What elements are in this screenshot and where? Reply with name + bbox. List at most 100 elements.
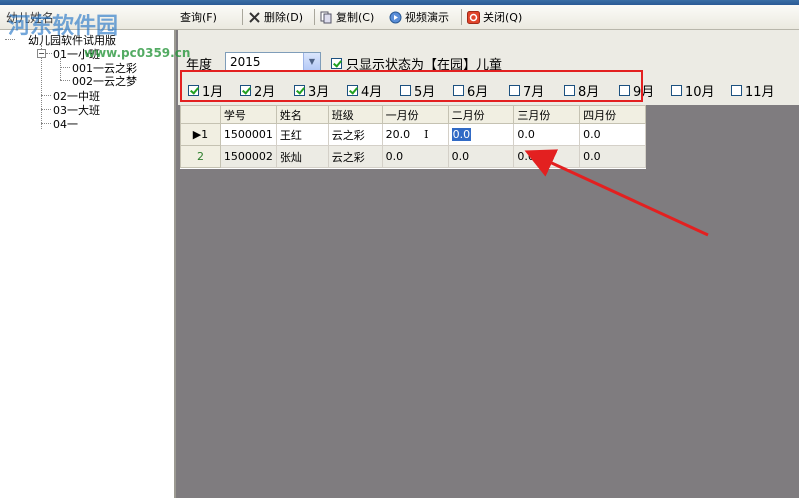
fee-grid: 学号 姓名 班级 一月份 二月份 三月份 四月份 ▶1 1500001 王红 云… xyxy=(180,105,646,169)
column-header[interactable]: 三月份 xyxy=(513,105,581,124)
table-row[interactable]: ▶1 1500001 王红 云之彩 20.0 I 0.0 0.0 0.0 xyxy=(180,123,646,146)
tree-connector xyxy=(60,67,70,68)
month-label: 5月 xyxy=(414,85,436,100)
month-checkbox-6[interactable]: 6月 xyxy=(453,81,488,100)
month-checkbox-10[interactable]: 10月 xyxy=(671,81,715,100)
column-header[interactable]: 班级 xyxy=(327,105,383,124)
table-row[interactable]: 2 1500002 张灿 云之彩 0.0 0.0 0.0 0.0 xyxy=(180,145,646,168)
delete-button[interactable]: 删除(D) xyxy=(248,8,303,26)
toolbar: 幼儿姓名 查询(F) 删除(D) 复制(C) 视频演示 关闭(Q) xyxy=(0,5,799,30)
checkbox[interactable] xyxy=(240,85,251,96)
year-select[interactable]: 2015 ▼ xyxy=(225,52,321,71)
video-label: 视频演示 xyxy=(405,11,449,24)
year-label: 年度 xyxy=(186,58,213,73)
query-label: 查询(F) xyxy=(180,11,217,24)
checkbox[interactable] xyxy=(453,85,464,96)
checkbox[interactable] xyxy=(294,85,305,96)
video-icon xyxy=(389,11,402,24)
table-cell[interactable]: 王红 xyxy=(275,123,329,146)
delete-icon xyxy=(248,11,261,24)
close-button[interactable]: 关闭(Q) xyxy=(467,8,522,26)
copy-label: 复制(C) xyxy=(336,11,375,24)
column-header[interactable]: 学号 xyxy=(219,105,277,124)
month-label: 7月 xyxy=(523,85,545,100)
tree-header-label: 幼儿姓名 xyxy=(6,10,55,25)
tree-connector xyxy=(41,109,51,110)
tree-item-class-04[interactable]: 04一 xyxy=(53,116,78,132)
tree-connector xyxy=(46,53,52,54)
column-header[interactable]: 四月份 xyxy=(579,105,646,124)
status-filter[interactable]: 只显示状态为【在园】儿童 xyxy=(331,54,502,73)
query-button[interactable]: 查询(F) xyxy=(180,8,217,26)
table-cell[interactable]: 0.0 xyxy=(579,145,646,168)
month-checkbox-2[interactable]: 2月 xyxy=(240,81,275,100)
column-header[interactable]: 一月份 xyxy=(381,105,449,124)
month-label: 1月 xyxy=(202,85,224,100)
table-cell-selected[interactable]: 0.0 xyxy=(447,123,515,146)
checkbox[interactable] xyxy=(188,85,199,96)
status-checkbox[interactable] xyxy=(331,58,342,69)
grid-header-row: 学号 姓名 班级 一月份 二月份 三月份 四月份 xyxy=(180,105,646,124)
table-cell[interactable]: 云之彩 xyxy=(327,145,383,168)
grid-corner xyxy=(180,105,221,124)
checkbox[interactable] xyxy=(509,85,520,96)
close-icon xyxy=(467,10,480,24)
month-checkbox-7[interactable]: 7月 xyxy=(509,81,544,100)
filter-panel: 年度 2015 ▼ 只显示状态为【在园】儿童 1月 2月 3月 4月 5月 6月 7月 8月 9… xyxy=(178,30,799,105)
copy-icon xyxy=(320,11,333,24)
month-checkbox-8[interactable]: 8月 xyxy=(564,81,599,100)
table-cell-editing[interactable]: 20.0 I xyxy=(381,123,449,146)
table-cell[interactable]: 1500001 xyxy=(219,123,277,146)
checkbox[interactable] xyxy=(731,85,742,96)
class-tree: 幼儿园软件试用版 − 01一小班 001一云之彩 002一云之梦 02一中班 0… xyxy=(0,30,176,498)
collapse-icon[interactable]: − xyxy=(37,49,46,58)
column-header[interactable]: 姓名 xyxy=(275,105,329,124)
chevron-down-icon[interactable]: ▼ xyxy=(303,53,320,70)
tree-item-group-002[interactable]: 002一云之梦 xyxy=(72,73,137,89)
month-checkbox-5[interactable]: 5月 xyxy=(400,81,435,100)
text-cursor-icon: I xyxy=(424,128,429,141)
month-label: 11月 xyxy=(745,85,775,100)
tree-header: 幼儿姓名 xyxy=(0,5,176,29)
fee-table: 学号 姓名 班级 一月份 二月份 三月份 四月份 ▶1 1500001 王红 云… xyxy=(180,105,646,168)
table-cell[interactable]: 0.0 xyxy=(579,123,646,146)
copy-button[interactable]: 复制(C) xyxy=(320,8,374,26)
checkbox[interactable] xyxy=(347,85,358,96)
toolbar-separator xyxy=(314,9,315,25)
table-cell[interactable]: 0.0 xyxy=(513,123,581,146)
close-label: 关闭(Q) xyxy=(483,11,523,24)
month-checkbox-9[interactable]: 9月 xyxy=(619,81,654,100)
checkbox[interactable] xyxy=(671,85,682,96)
row-indicator[interactable]: ▶1 xyxy=(180,123,221,146)
cell-value: 20.0 xyxy=(385,128,411,141)
month-label: 10月 xyxy=(685,85,715,100)
checkbox[interactable] xyxy=(564,85,575,96)
checkbox[interactable] xyxy=(619,85,630,96)
tree-connector xyxy=(41,123,51,124)
month-label: 4月 xyxy=(361,85,383,100)
month-checkbox-4[interactable]: 4月 xyxy=(347,81,382,100)
tree-connector xyxy=(5,39,15,40)
month-label: 3月 xyxy=(308,85,330,100)
checkbox[interactable] xyxy=(400,85,411,96)
table-cell[interactable]: 0.0 xyxy=(381,145,449,168)
month-checkbox-11[interactable]: 11月 xyxy=(731,81,775,100)
column-header[interactable]: 二月份 xyxy=(447,105,515,124)
video-demo-button[interactable]: 视频演示 xyxy=(389,8,449,26)
month-label: 9月 xyxy=(633,85,655,100)
month-checkbox-1[interactable]: 1月 xyxy=(188,81,223,100)
table-cell[interactable]: 张灿 xyxy=(275,145,329,168)
month-checkbox-3[interactable]: 3月 xyxy=(294,81,329,100)
table-cell[interactable]: 0.0 xyxy=(447,145,515,168)
tree-connector xyxy=(41,95,51,96)
table-cell[interactable]: 0.0 xyxy=(513,145,581,168)
delete-label: 删除(D) xyxy=(264,11,304,24)
row-indicator[interactable]: 2 xyxy=(180,145,221,168)
table-cell[interactable]: 云之彩 xyxy=(327,123,383,146)
table-cell[interactable]: 1500002 xyxy=(219,145,277,168)
year-value: 2015 xyxy=(230,55,261,69)
toolbar-separator xyxy=(242,9,243,25)
month-label: 2月 xyxy=(254,85,276,100)
tree-connector xyxy=(60,58,61,80)
toolbar-separator xyxy=(461,9,462,25)
